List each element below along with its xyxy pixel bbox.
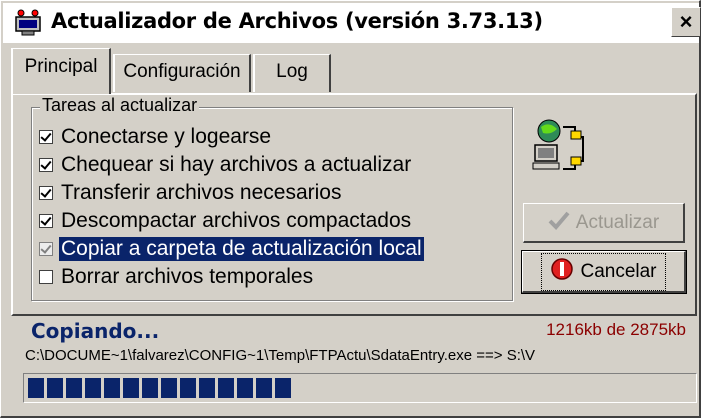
updater-window: Actualizador de Archivos (versión 3.73.1… — [0, 0, 701, 418]
task-descompactar[interactable]: Descompactar archivos compactados — [39, 208, 413, 234]
window-title: Actualizador de Archivos (versión 3.73.1… — [51, 9, 543, 33]
progress-bar-fill — [28, 378, 294, 398]
cancelar-button[interactable]: Cancelar — [521, 250, 687, 294]
close-button[interactable]: × — [671, 7, 701, 37]
tasks-group-label: Tareas al actualizar — [40, 95, 200, 116]
checkbox-descompactar[interactable] — [39, 214, 53, 228]
task-label: Copiar a carpeta de actualización local — [59, 237, 424, 261]
task-label: Descompactar archivos compactados — [61, 209, 412, 232]
checkbox-copiar[interactable] — [39, 242, 53, 256]
tasks-groupbox: Tareas al actualizar Conectarse y logear… — [31, 95, 513, 301]
network-computers-icon — [532, 119, 584, 170]
task-label: Chequear si hay archivos a actualizar — [61, 153, 412, 176]
task-conectarse[interactable]: Conectarse y logearse — [39, 124, 273, 150]
checkbox-borrar[interactable] — [39, 270, 53, 284]
tab-panel-principal: Tareas al actualizar Conectarse y logear… — [11, 93, 697, 316]
actualizar-button[interactable]: Actualizar — [523, 203, 685, 243]
tab-principal[interactable]: Principal — [11, 48, 111, 94]
cancelar-label: Cancelar — [580, 260, 657, 282]
tab-configuracion[interactable]: Configuración — [113, 54, 251, 92]
task-transferir[interactable]: Transferir archivos necesarios — [39, 180, 344, 206]
current-file-path: C:\DOCUME~1\falvarez\CONFIG~1\Temp\FTPAc… — [25, 347, 536, 364]
cancelar-focus-rect: Cancelar — [541, 252, 666, 291]
task-label: Borrar archivos temporales — [61, 265, 314, 288]
progress-size-text: 1216kb de 2875kb — [546, 320, 686, 339]
network-transfer-icon — [15, 9, 41, 36]
task-label: Transferir archivos necesarios — [61, 181, 342, 204]
status-text: Copiando... — [31, 319, 160, 343]
checkbox-conectarse[interactable] — [39, 130, 53, 144]
task-label: Conectarse y logearse — [61, 125, 272, 148]
task-copiar[interactable]: Copiar a carpeta de actualización local — [39, 236, 424, 262]
stop-icon — [550, 257, 574, 287]
checkbox-chequear[interactable] — [39, 158, 53, 172]
tab-log[interactable]: Log — [253, 54, 331, 92]
checkmark-icon — [548, 210, 570, 236]
progress-bar — [23, 373, 697, 403]
checkbox-transferir[interactable] — [39, 186, 53, 200]
actualizar-label: Actualizar — [575, 211, 660, 233]
task-borrar[interactable]: Borrar archivos temporales — [39, 264, 315, 290]
title-bar[interactable]: Actualizador de Archivos (versión 3.73.1… — [3, 3, 701, 43]
task-chequear[interactable]: Chequear si hay archivos a actualizar — [39, 152, 413, 178]
